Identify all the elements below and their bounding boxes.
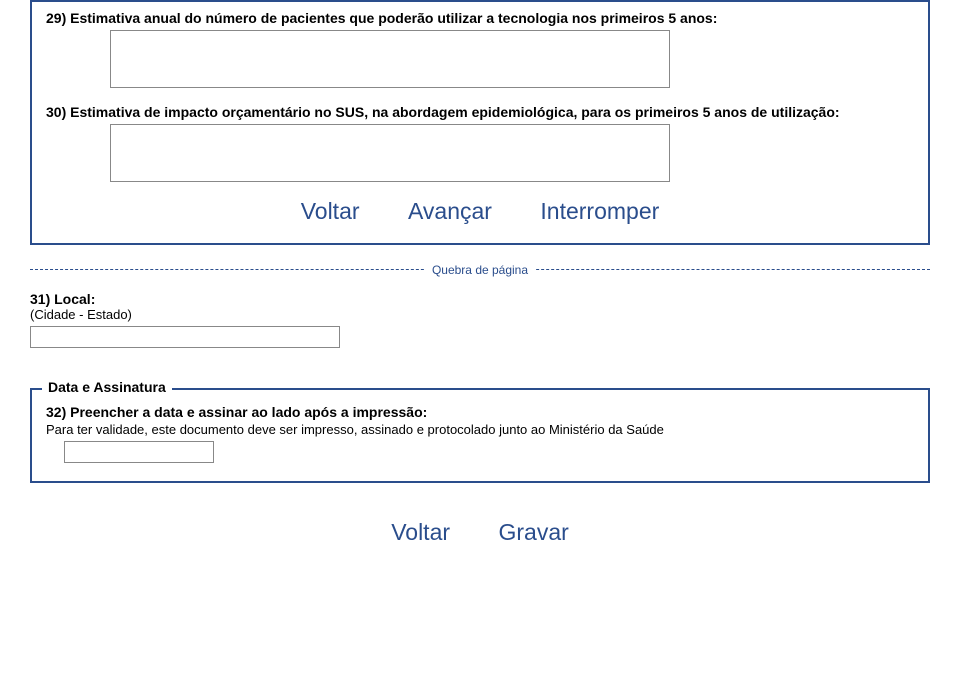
question-29: 29) Estimativa anual do número de pacien…: [46, 10, 914, 26]
local-subtitle: (Cidade - Estado): [30, 307, 930, 322]
gravar-button[interactable]: Gravar: [498, 519, 568, 546]
signature-legend: Data e Assinatura: [42, 379, 172, 395]
local-section: 31) Local: (Cidade - Estado): [30, 291, 930, 348]
question-30: 30) Estimativa de impacto orçamentário n…: [46, 104, 914, 120]
bottom-button-row: Voltar Gravar: [0, 519, 960, 546]
voltar-button[interactable]: Voltar: [301, 198, 360, 225]
input-local[interactable]: [30, 326, 340, 348]
page-break-label: Quebra de página: [424, 263, 536, 277]
interromper-button[interactable]: Interromper: [540, 198, 659, 225]
input-q29[interactable]: [110, 30, 670, 88]
avancar-button[interactable]: Avançar: [408, 198, 492, 225]
signature-note: Para ter validade, este documento deve s…: [46, 422, 914, 437]
voltar-button-bottom[interactable]: Voltar: [391, 519, 450, 546]
page-break-divider: Quebra de página: [30, 261, 930, 277]
local-title: 31) Local:: [30, 291, 930, 307]
form-section-box: 29) Estimativa anual do número de pacien…: [30, 0, 930, 245]
signature-fieldset: Data e Assinatura 32) Preencher a data e…: [30, 388, 930, 483]
input-signature-date[interactable]: [64, 441, 214, 463]
nav-button-row: Voltar Avançar Interromper: [46, 198, 914, 229]
input-q30[interactable]: [110, 124, 670, 182]
question-32: 32) Preencher a data e assinar ao lado a…: [46, 404, 914, 420]
